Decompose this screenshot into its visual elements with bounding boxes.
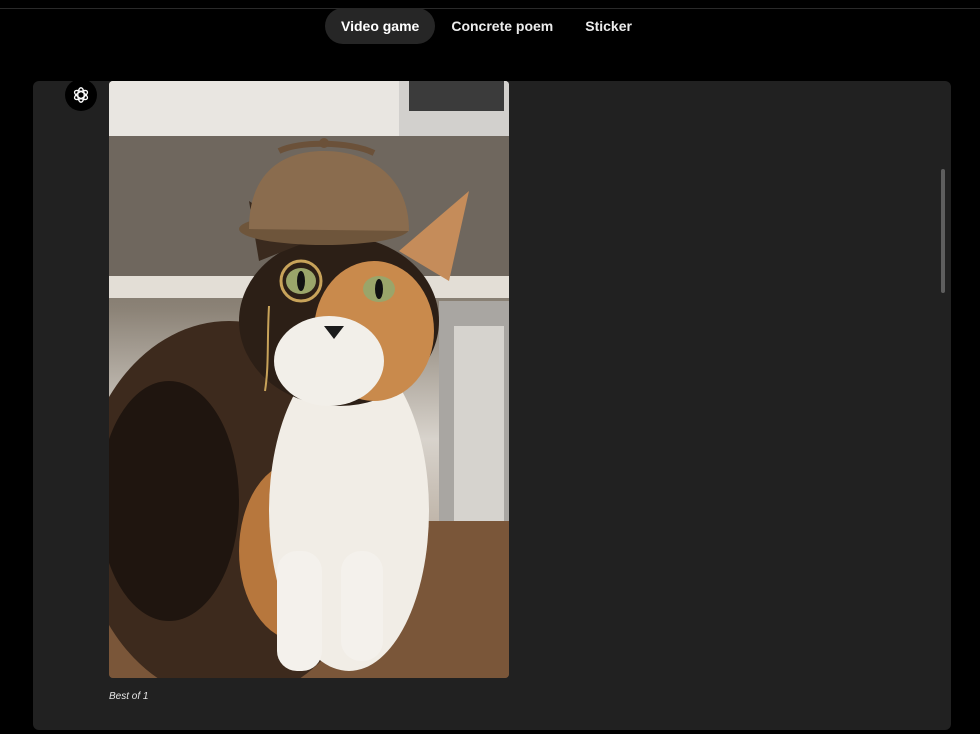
style-tabs: Video game Concrete poem Sticker	[325, 8, 648, 44]
tab-sticker[interactable]: Sticker	[569, 8, 648, 44]
image-caption: Best of 1	[109, 691, 149, 702]
message-panel: Best of 1	[33, 81, 951, 730]
scrollbar-thumb[interactable]	[941, 169, 945, 293]
openai-logo-icon	[73, 87, 89, 103]
assistant-avatar	[65, 81, 97, 111]
cat-illustration	[109, 81, 509, 678]
tab-concrete-poem[interactable]: Concrete poem	[435, 8, 569, 44]
tab-video-game[interactable]: Video game	[325, 8, 436, 44]
generated-image[interactable]	[109, 81, 509, 678]
